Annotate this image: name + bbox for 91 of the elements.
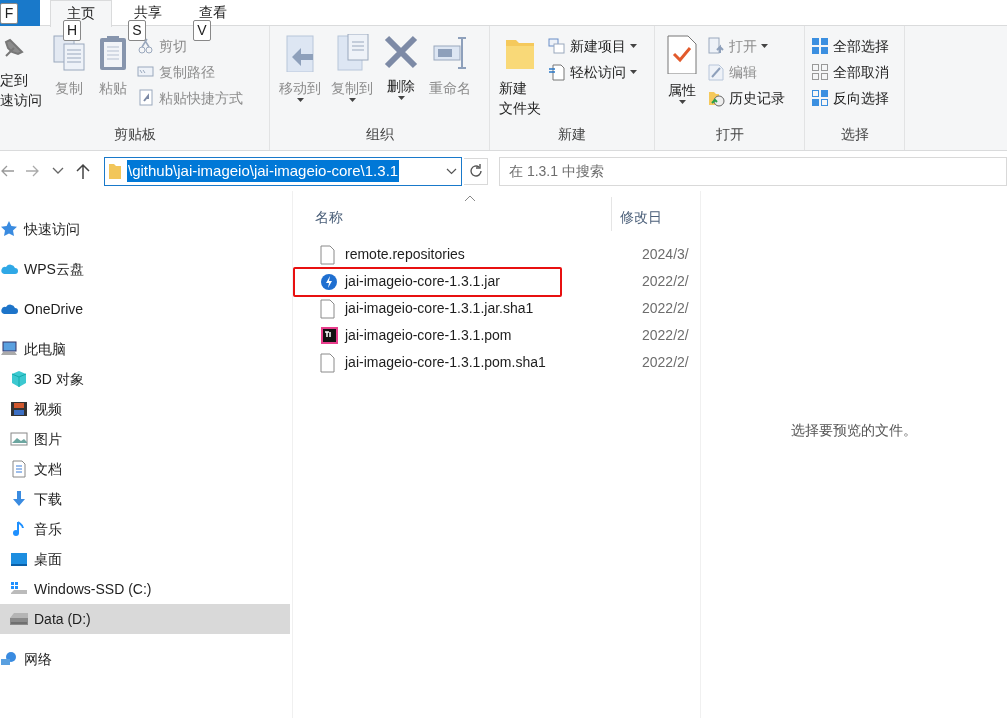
ribbon-button[interactable]: 属性	[661, 34, 703, 104]
nav-icon	[10, 430, 28, 448]
keytip: H	[63, 20, 82, 41]
file-name: jai-imageio-core-1.3.1.pom	[345, 326, 512, 345]
column-header[interactable]: 名称	[293, 200, 611, 228]
ribbon-small-icon	[811, 37, 829, 55]
ribbon-button[interactable]: 新建 文件夹	[496, 34, 544, 118]
nav-icon	[0, 650, 18, 668]
file-icon	[320, 325, 339, 346]
ribbon-icon	[383, 34, 419, 70]
keytip: F	[0, 3, 18, 24]
nav-item[interactable]: WPS云盘	[0, 254, 290, 284]
ribbon-button[interactable]: 删除	[380, 34, 422, 100]
ribbon-button[interactable]: 新建项目	[548, 35, 637, 57]
nav-icon	[10, 550, 28, 568]
ribbon-small-icon	[707, 63, 725, 81]
ribbon-button[interactable]: 定到 速访问	[0, 34, 45, 110]
ribbon-small-icon	[707, 89, 725, 107]
file-name: jai-imageio-core-1.3.1.jar.sha1	[345, 299, 534, 318]
column-header[interactable]: 修改日	[611, 197, 700, 231]
ribbon-small-icon	[137, 89, 155, 107]
nav-item[interactable]: Windows-SSD (C:)	[0, 574, 290, 604]
nav-icon	[10, 370, 28, 388]
back-icon[interactable]	[0, 164, 14, 178]
file-row[interactable]: remote.repositories 2024/3/	[293, 241, 700, 268]
refresh-icon	[467, 163, 484, 179]
ribbon-small-icon	[548, 63, 566, 81]
ribbon-icon	[334, 34, 370, 72]
search-field[interactable]: 在 1.3.1 中搜索	[499, 156, 1007, 186]
file-row[interactable]: jai-imageio-core-1.3.1.pom 2022/2/	[293, 322, 700, 349]
nav-item[interactable]: 网络	[0, 644, 290, 674]
address-field[interactable]: \github\jai-imageio\jai-imageio-core\1.3.1	[104, 156, 462, 186]
nav-icon	[10, 400, 28, 418]
file-name: jai-imageio-core-1.3.1.pom.sha1	[345, 353, 546, 372]
chevron-down-icon[interactable]	[52, 167, 64, 175]
nav-item[interactable]: 下载	[0, 484, 290, 514]
ribbon-small-icon	[811, 63, 829, 81]
preview-message: 选择要预览的文件。	[791, 421, 917, 440]
refresh-button[interactable]	[464, 157, 488, 185]
folder-icon	[109, 163, 121, 179]
file-name: jai-imageio-core-1.3.1.jar	[345, 272, 500, 291]
file-date: 2022/2/	[641, 272, 689, 291]
nav-item[interactable]: Data (D:)	[0, 604, 290, 634]
ribbon-group-label: 选择	[839, 125, 870, 144]
address-path: \github\jai-imageio\jai-imageio-core\1.3.1	[127, 159, 400, 183]
ribbon-group-label: 新建	[557, 125, 587, 144]
ribbon-button[interactable]: 全部取消	[811, 61, 889, 83]
ribbon-small-icon	[548, 37, 566, 55]
up-icon[interactable]	[76, 163, 90, 179]
file-row[interactable]: jai-imageio-core-1.3.1.jar 2022/2/	[293, 268, 700, 295]
ribbon-group-label: 打开	[714, 125, 745, 144]
file-date: 2022/2/	[641, 353, 689, 372]
ribbon-button[interactable]: 历史记录	[707, 87, 785, 109]
keytip: S	[128, 20, 146, 41]
nav-item[interactable]: 此电脑	[0, 334, 290, 364]
chevron-down-icon[interactable]	[446, 167, 457, 175]
ribbon-button[interactable]: 反向选择	[811, 87, 889, 109]
nav-item[interactable]: 图片	[0, 424, 290, 454]
nav-item[interactable]: OneDrive	[0, 294, 290, 324]
ribbon-icon	[664, 34, 700, 74]
file-date: 2022/2/	[641, 326, 689, 345]
nav-item[interactable]: 快速访问	[0, 214, 290, 244]
keytip: V	[193, 20, 211, 41]
nav-item[interactable]: 桌面	[0, 544, 290, 574]
ribbon-icon	[52, 34, 86, 72]
nav-icon	[10, 490, 28, 508]
nav-icon	[0, 340, 18, 358]
file-date: 2024/3/	[641, 245, 689, 264]
file-row[interactable]: jai-imageio-core-1.3.1.pom.sha1 2022/2/	[293, 349, 700, 376]
file-date: 2022/2/	[641, 299, 689, 318]
ribbon-group-label: 剪贴板	[112, 125, 157, 144]
sort-caret-icon	[465, 195, 475, 201]
ribbon-small-icon	[137, 37, 155, 55]
nav-item[interactable]: 音乐	[0, 514, 290, 544]
file-tab[interactable]: F	[0, 0, 40, 26]
ribbon-button[interactable]: 轻松访问	[548, 61, 637, 83]
ribbon-button[interactable]: 全部选择	[811, 35, 889, 57]
ribbon-icon	[432, 34, 468, 72]
ribbon-small-icon	[811, 89, 829, 107]
nav-item[interactable]: 3D 对象	[0, 364, 290, 394]
ribbon-small-icon	[707, 37, 725, 55]
file-icon	[320, 271, 339, 292]
nav-icon	[10, 460, 28, 478]
nav-item[interactable]: 文档	[0, 454, 290, 484]
file-row[interactable]: jai-imageio-core-1.3.1.jar.sha1 2022/2/	[293, 295, 700, 322]
file-name: remote.repositories	[345, 245, 465, 264]
nav-item[interactable]: 视频	[0, 394, 290, 424]
nav-icon	[0, 220, 18, 238]
ribbon-icon	[283, 34, 317, 72]
ribbon-group-label: 组织	[364, 125, 395, 144]
nav-icon	[10, 610, 28, 628]
